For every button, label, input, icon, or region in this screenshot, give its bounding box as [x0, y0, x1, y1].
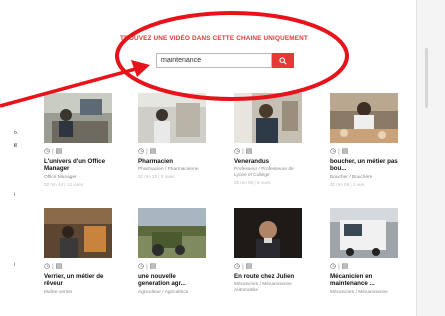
video-thumbnail[interactable] — [138, 93, 206, 143]
document-icon: ▤ — [245, 148, 253, 155]
video-meta: ◷ | ▤ — [44, 263, 63, 270]
video-category: Professeur / Professeure de Lycée et Col… — [234, 167, 294, 179]
left-text-fragment: i — [14, 192, 16, 198]
video-title[interactable]: En route chez Julien — [234, 273, 302, 280]
search-button[interactable] — [272, 53, 294, 68]
video-category: Agriculteur / Agricultrice — [138, 289, 189, 295]
channel-search-heading: TROUVEZ UNE VIDÉO DANS CETTE CHAINE UNIQ… — [120, 35, 308, 42]
document-icon: ▤ — [149, 148, 157, 155]
video-meta: ◷ | ▤ — [330, 263, 349, 270]
video-card[interactable]: ◷ | ▤ Pharmacien Pharmacien / Pharmacienne… — [138, 93, 206, 180]
video-category: Boucher / Bouchère — [330, 174, 373, 180]
clock-icon: ◷ — [330, 148, 337, 155]
video-meta: ◷ | ▤ — [330, 148, 349, 155]
video-category: Mécanicien / Mécanicienne — [330, 289, 388, 295]
search-icon — [279, 56, 287, 65]
document-icon: ▤ — [341, 148, 349, 155]
video-card[interactable]: ◷ | ▤ L'univers d'un Office Manager Office… — [44, 93, 112, 188]
video-meta: ◷ | ▤ — [44, 148, 63, 155]
clock-icon: ◷ — [234, 263, 241, 270]
video-thumbnail[interactable] — [234, 208, 302, 258]
document-icon: ▤ — [149, 263, 157, 270]
video-category: Pharmacien / Pharmacienne — [138, 167, 199, 173]
video-title[interactable]: Mécanicien en maintenance ... — [330, 273, 398, 288]
video-card[interactable]: ◷ | ▤ En route chez Julien Mécanicien / Mé… — [234, 208, 302, 294]
scrollbar-thumb[interactable] — [425, 48, 428, 108]
video-thumbnail[interactable] — [234, 93, 302, 143]
left-text-fragment: o. — [14, 130, 19, 136]
video-category: Mécanicien / Mécanicienne Automobile — [234, 282, 292, 294]
search-input[interactable] — [156, 53, 272, 68]
video-card[interactable]: ◷ | ▤ Mécanicien en maintenance ... Mécani… — [330, 208, 398, 296]
video-category: Office Manager — [44, 174, 77, 180]
video-card[interactable]: ◷ | ▤ une nouvelle generation agr... Agric… — [138, 208, 206, 296]
video-thumbnail[interactable] — [330, 208, 398, 258]
document-icon: ▤ — [341, 263, 349, 270]
video-thumbnail[interactable] — [44, 93, 112, 143]
video-title[interactable]: boucher, un métier pas bou... — [330, 158, 398, 173]
video-title[interactable]: L'univers d'un Office Manager — [44, 158, 112, 173]
clock-icon: ◷ — [234, 148, 241, 155]
clock-icon: ◷ — [138, 148, 145, 155]
video-title[interactable]: une nouvelle generation agr... — [138, 273, 206, 288]
document-icon: ▤ — [55, 148, 63, 155]
left-sidebar-fragment: o. il i i — [0, 0, 30, 316]
left-text-fragment: il — [14, 143, 17, 149]
channel-search-form — [156, 53, 294, 68]
clock-icon: ◷ — [44, 263, 51, 270]
video-thumbnail[interactable] — [330, 93, 398, 143]
video-detail: 02 mn 05 | 5 vues — [234, 180, 271, 186]
video-card[interactable]: ◷ | ▤ Venerandus Professeur / Professeure … — [234, 93, 302, 186]
left-text-fragment: i — [14, 262, 16, 268]
video-category: Maître verrier — [44, 289, 73, 295]
document-icon: ▤ — [245, 263, 253, 270]
right-panel-edge — [416, 0, 445, 316]
document-icon: ▤ — [55, 263, 63, 270]
video-meta: ◷ | ▤ — [138, 148, 157, 155]
video-meta: ◷ | ▤ — [234, 148, 253, 155]
video-detail: 02 mn 08 | 1 vue — [330, 181, 365, 187]
video-thumbnail[interactable] — [44, 208, 112, 258]
video-detail: 02 mn 44 | 12 vues — [44, 181, 83, 187]
video-card[interactable]: ◷ | ▤ Verrier, un métier de rêveur Maître … — [44, 208, 112, 296]
video-card[interactable]: ◷ | ▤ boucher, un métier pas bou... Bouche… — [330, 93, 398, 188]
clock-icon: ◷ — [330, 263, 337, 270]
video-title[interactable]: Verrier, un métier de rêveur — [44, 273, 112, 288]
clock-icon: ◷ — [44, 148, 51, 155]
video-detail: 02 mn 20 | 6 vues — [138, 174, 175, 180]
video-title[interactable]: Venerandus — [234, 158, 302, 165]
video-meta: ◷ | ▤ — [234, 263, 253, 270]
pointer-arrow-head — [131, 60, 150, 77]
video-thumbnail[interactable] — [138, 208, 206, 258]
video-title[interactable]: Pharmacien — [138, 158, 206, 165]
video-meta: ◷ | ▤ — [138, 263, 157, 270]
clock-icon: ◷ — [138, 263, 145, 270]
